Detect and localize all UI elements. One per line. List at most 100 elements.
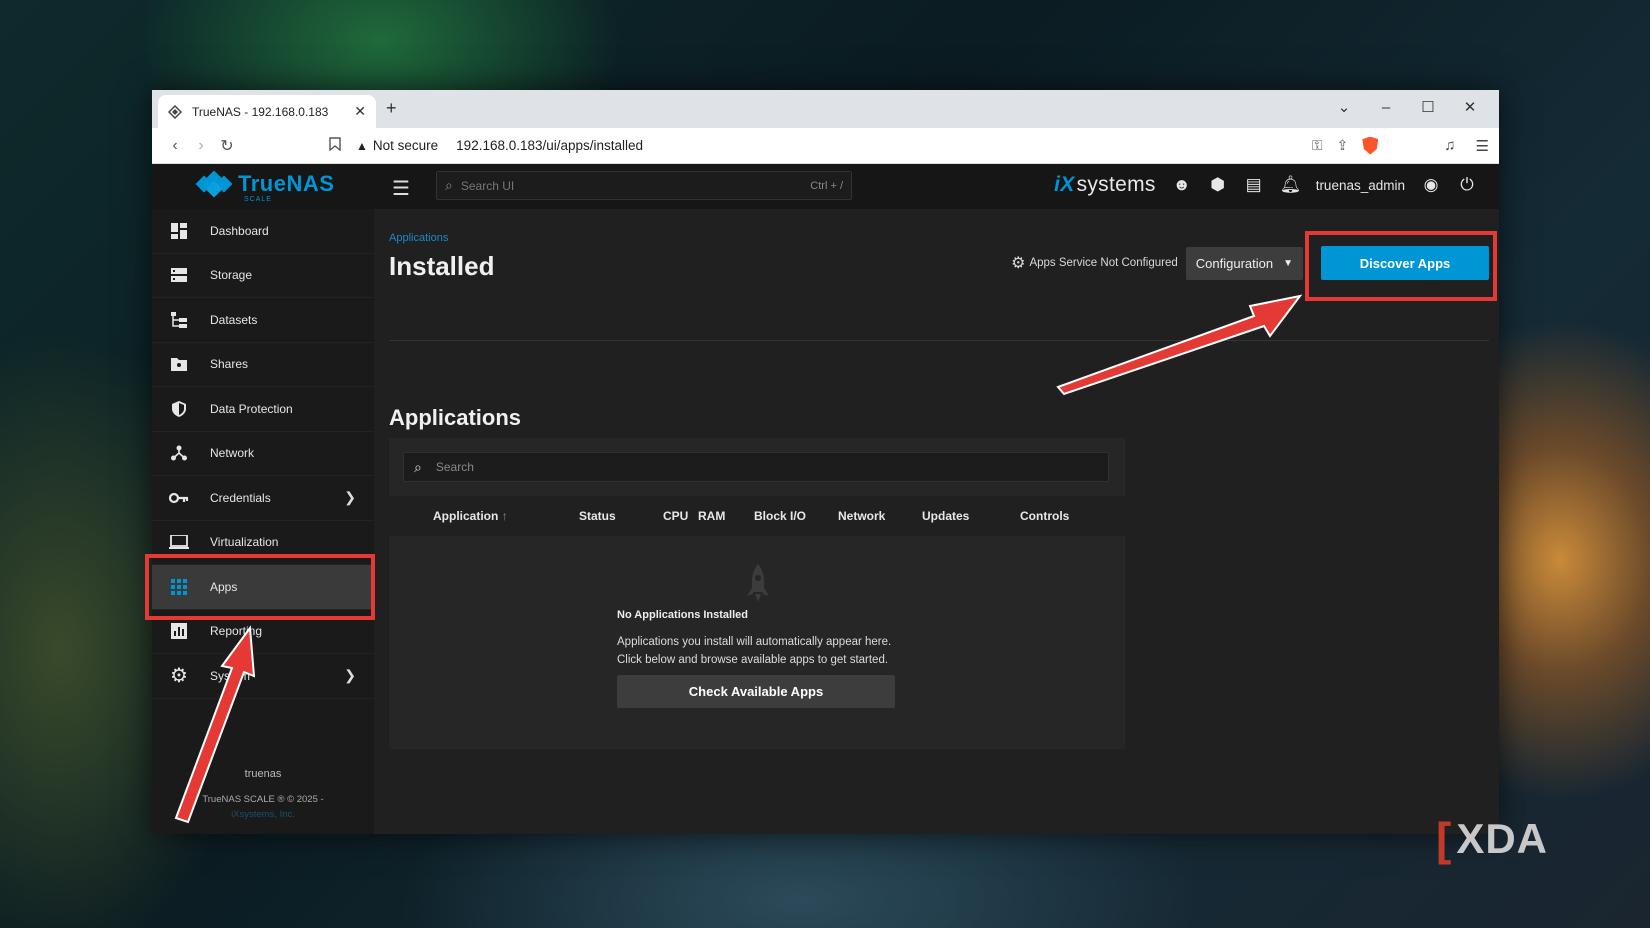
reporting-icon xyxy=(168,622,190,640)
sidebar-item-label: Data Protection xyxy=(210,401,293,416)
reload-icon[interactable]: ↻ xyxy=(214,136,240,156)
sidebar-footer: truenas TrueNAS SCALE ® © 2025 - iXsyste… xyxy=(152,768,374,820)
sidebar-item-shares[interactable]: Shares xyxy=(152,343,374,387)
check-available-apps-button[interactable]: Check Available Apps xyxy=(617,675,895,708)
column-network[interactable]: Network xyxy=(838,509,885,523)
configuration-dropdown[interactable]: Configuration ▼ xyxy=(1185,246,1303,280)
url-field[interactable]: ▲ Not secure 192.168.0.183/ui/apps/insta… xyxy=(356,138,1312,153)
copyright: TrueNAS SCALE ® © 2025 - xyxy=(202,794,324,805)
sidebar-item-label: Shares xyxy=(210,357,249,372)
storage-icon xyxy=(168,266,190,284)
truenas-logo[interactable]: TrueNAS SCALE xyxy=(195,170,335,203)
sidebar-item-apps[interactable]: Apps xyxy=(152,565,374,610)
chevron-right-icon: ❯ xyxy=(344,667,356,684)
logo-text: TrueNAS xyxy=(238,171,335,196)
sidebar-item-datasets[interactable]: Datasets xyxy=(152,298,374,343)
datasets-icon xyxy=(168,311,190,329)
bookmark-icon[interactable] xyxy=(324,137,346,154)
sidebar-item-system[interactable]: ⚙ System ❯ xyxy=(152,654,374,699)
address-icons: ⚿ ⇪ xyxy=(1312,136,1379,155)
sidebar: Dashboard Storage Datasets Shares Data P… xyxy=(152,209,374,834)
sidebar-toggle-icon[interactable]: ☰ xyxy=(392,176,410,201)
vendor-text: systems xyxy=(1076,173,1156,196)
logo-subtext: SCALE xyxy=(244,196,272,203)
table-header: Application ↑ Status CPU RAM Block I/O N… xyxy=(389,496,1125,536)
account-icon[interactable]: ◉ xyxy=(1421,175,1441,195)
company-link[interactable]: iXsystems, Inc. xyxy=(152,809,374,820)
key-icon[interactable]: ⚿ xyxy=(1312,137,1323,154)
address-bar: ‹ › ↻ ▲ Not secure 192.168.0.183/ui/apps… xyxy=(152,128,1499,164)
close-window-button[interactable]: ✕ xyxy=(1449,96,1491,120)
network-icon xyxy=(168,444,190,462)
tab-search-icon[interactable]: ⌄ xyxy=(1323,96,1365,120)
sidebar-item-reporting[interactable]: Reporting xyxy=(152,610,374,654)
divider xyxy=(389,340,1489,341)
truecommand-icon[interactable]: ⬢ xyxy=(1208,175,1228,195)
column-updates[interactable]: Updates xyxy=(922,509,969,523)
empty-state-line: Click below and browse available apps to… xyxy=(617,654,889,666)
sidebar-item-label: Credentials xyxy=(210,490,271,505)
jobs-icon[interactable]: ▤ xyxy=(1244,175,1264,195)
notifications-icon[interactable]: 🔔︎ xyxy=(1280,175,1302,195)
ix-brand: iX xyxy=(1054,173,1075,196)
column-label: Application xyxy=(433,509,499,523)
empty-state-description: Applications you install will automatica… xyxy=(617,633,917,669)
forward-icon[interactable]: › xyxy=(188,137,214,155)
discover-apps-button[interactable]: Discover Apps xyxy=(1321,246,1489,280)
back-icon[interactable]: ‹ xyxy=(162,137,188,155)
search-placeholder: Search xyxy=(435,460,474,474)
key-icon xyxy=(168,489,190,507)
tab-close-icon[interactable]: ✕ xyxy=(354,103,366,120)
applications-card: ⌕ Search Application ↑ Status CPU RAM Bl… xyxy=(389,438,1125,749)
column-ram[interactable]: RAM xyxy=(698,509,725,523)
column-block-io[interactable]: Block I/O xyxy=(754,509,806,523)
watermark-text: XDA xyxy=(1456,815,1549,862)
sidebar-item-network[interactable]: Network xyxy=(152,432,374,476)
media-icon[interactable]: ♫ xyxy=(1444,137,1455,155)
breadcrumb[interactable]: Applications xyxy=(389,232,448,244)
menu-icon[interactable]: ☰ xyxy=(1476,137,1489,155)
truenas-app: TrueNAS SCALE ☰ ⌕ Search UI Ctrl + / iX s… xyxy=(152,164,1499,834)
ixsystems-logo[interactable]: iX systems xyxy=(1054,173,1156,197)
global-search-input[interactable]: ⌕ Search UI Ctrl + / xyxy=(436,171,852,200)
sidebar-item-dashboard[interactable]: Dashboard xyxy=(152,209,374,254)
tab-title: TrueNAS - 192.168.0.183 xyxy=(192,104,329,119)
column-status[interactable]: Status xyxy=(579,509,616,523)
feedback-icon[interactable]: ☻ xyxy=(1172,175,1192,195)
browser-menu-icons: ♫ ☰ xyxy=(1444,137,1489,155)
sidebar-item-virtualization[interactable]: Virtualization xyxy=(152,521,374,565)
dashboard-icon xyxy=(168,222,190,240)
new-tab-button[interactable]: + xyxy=(386,98,397,119)
sidebar-item-label: Reporting xyxy=(210,624,263,639)
shares-icon xyxy=(168,355,190,373)
maximize-button[interactable]: ☐ xyxy=(1407,96,1449,120)
apps-service-status[interactable]: ⚙ Apps Service Not Configured xyxy=(1011,253,1178,273)
sidebar-item-data-protection[interactable]: Data Protection xyxy=(152,387,374,432)
topbar: TrueNAS SCALE ☰ ⌕ Search UI Ctrl + / iX s… xyxy=(152,164,1499,209)
applications-search-input[interactable]: ⌕ Search xyxy=(403,452,1109,482)
brave-shield-icon[interactable] xyxy=(1362,136,1379,155)
warning-icon: ▲ xyxy=(356,138,368,153)
sidebar-item-storage[interactable]: Storage xyxy=(152,254,374,298)
sidebar-item-label: System xyxy=(210,668,251,683)
hostname: truenas xyxy=(244,768,282,780)
sort-arrow-icon: ↑ xyxy=(501,509,508,523)
column-controls: Controls xyxy=(1020,509,1070,523)
truenas-favicon-icon xyxy=(168,104,182,119)
sidebar-item-label: Apps xyxy=(210,579,238,594)
sidebar-item-label: Storage xyxy=(210,268,253,283)
column-application[interactable]: Application ↑ xyxy=(433,509,508,523)
browser-tab[interactable]: TrueNAS - 192.168.0.183 ✕ xyxy=(158,95,376,128)
sidebar-item-credentials[interactable]: Credentials ❯ xyxy=(152,476,374,521)
column-cpu[interactable]: CPU xyxy=(663,509,688,523)
laptop-icon xyxy=(168,533,190,551)
sidebar-item-label: Datasets xyxy=(210,312,258,327)
share-icon[interactable]: ⇪ xyxy=(1337,137,1349,154)
username[interactable]: truenas_admin xyxy=(1316,178,1405,193)
minimize-button[interactable]: – xyxy=(1365,96,1407,120)
power-icon[interactable]: ⏻ xyxy=(1457,175,1477,195)
sidebar-item-label: Virtualization xyxy=(210,535,279,550)
page-header-actions: ⚙ Apps Service Not Configured Configurat… xyxy=(1011,246,1489,280)
main-content: Applications Installed ⚙ Apps Service No… xyxy=(374,209,1499,834)
page-title: Installed xyxy=(389,251,495,281)
